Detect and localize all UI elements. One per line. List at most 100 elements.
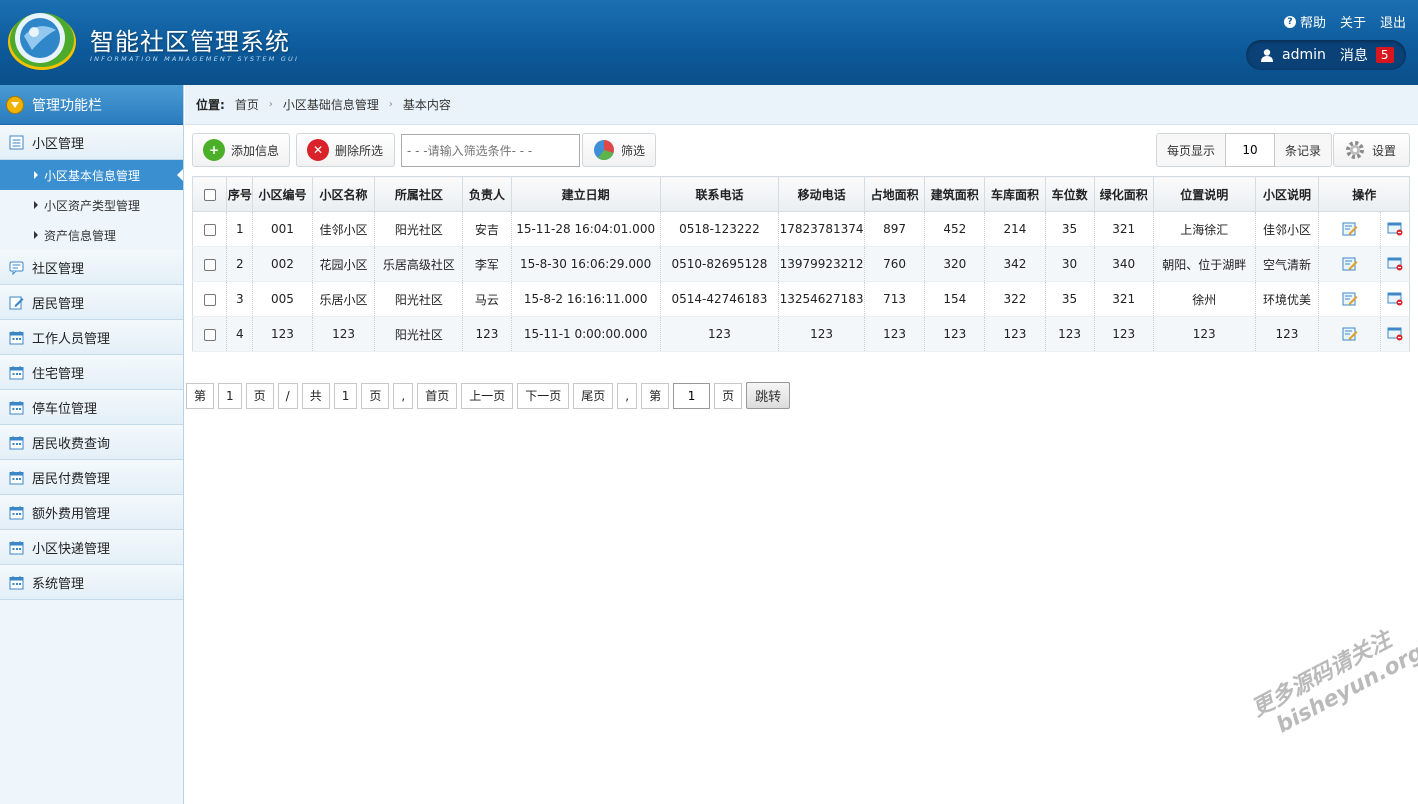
- row-checkbox[interactable]: [203, 223, 216, 236]
- chat-icon: [9, 260, 24, 275]
- column-header: 小区编号: [252, 176, 313, 212]
- table-cell: 123: [778, 316, 866, 352]
- breadcrumb-lead: 位置:: [196, 98, 225, 112]
- table-cell: 002: [252, 246, 313, 282]
- sidebar-group[interactable]: 小区管理: [0, 125, 183, 160]
- first-page-button[interactable]: 首页: [417, 382, 458, 409]
- caret-right-icon: [34, 171, 38, 179]
- sidebar-subitem[interactable]: 小区基本信息管理: [0, 160, 183, 190]
- calendar-icon: [9, 435, 24, 450]
- chevron-right-icon: ›: [388, 99, 393, 110]
- edit-cell: [1318, 316, 1381, 352]
- row-select-cell: [192, 316, 228, 352]
- table-cell: 35: [1045, 281, 1095, 317]
- sidebar-group[interactable]: 社区管理: [0, 250, 183, 285]
- sidebar-group[interactable]: 系统管理: [0, 565, 183, 600]
- row-checkbox[interactable]: [203, 258, 216, 271]
- add-button[interactable]: + 添加信息: [192, 133, 290, 167]
- sidebar-group[interactable]: 居民付费管理: [0, 460, 183, 495]
- breadcrumb-home[interactable]: 首页: [235, 96, 259, 113]
- messages-badge[interactable]: 5: [1375, 47, 1394, 63]
- table-cell: 花园小区: [312, 246, 376, 282]
- sidebar-group-label: 社区管理: [32, 261, 85, 277]
- last-page-button[interactable]: 尾页: [573, 382, 614, 409]
- sidebar-heading[interactable]: 管理功能栏: [0, 85, 183, 125]
- table-cell: 214: [984, 211, 1046, 247]
- plus-icon: +: [203, 139, 225, 161]
- row-checkbox[interactable]: [203, 293, 216, 306]
- pager-ye2: 页: [361, 382, 390, 409]
- sidebar-subitem[interactable]: 资产信息管理: [0, 220, 183, 250]
- table-cell: 452: [924, 211, 986, 247]
- per-page-input[interactable]: [1224, 133, 1275, 167]
- column-header: 小区名称: [311, 176, 376, 212]
- column-header: 车库面积: [984, 176, 1046, 212]
- sidebar-subitem[interactable]: 小区资产类型管理: [0, 190, 183, 220]
- delete-selected-button[interactable]: ✕ 删除所选: [296, 133, 395, 167]
- edit-icon[interactable]: [1342, 222, 1358, 236]
- sidebar-group[interactable]: 住宅管理: [0, 355, 183, 390]
- user-icon: [1261, 49, 1273, 62]
- breadcrumb-section[interactable]: 小区基础信息管理: [283, 96, 379, 113]
- table-cell: 佳邻小区: [1255, 211, 1320, 247]
- row-select-cell: [192, 246, 228, 282]
- table-cell: 760: [864, 246, 926, 282]
- table-cell: 30: [1045, 246, 1095, 282]
- column-header: 所属社区: [374, 176, 464, 212]
- breadcrumb: 位置: 首页 › 小区基础信息管理 › 基本内容: [185, 85, 1418, 125]
- jump-page-input[interactable]: [673, 382, 711, 409]
- filter-button[interactable]: 筛选: [582, 133, 656, 167]
- logout-link[interactable]: 退出: [1380, 12, 1406, 31]
- table-cell: 13979923212: [778, 246, 866, 282]
- username[interactable]: admin: [1282, 47, 1326, 63]
- select-all-checkbox[interactable]: [203, 188, 216, 201]
- add-button-label: 添加信息: [231, 143, 280, 158]
- table-cell: 15-11-28 16:04:01.000: [511, 211, 661, 247]
- sidebar-group[interactable]: 居民管理: [0, 285, 183, 320]
- table-cell: 李军: [462, 246, 512, 282]
- calendar-icon: [9, 505, 24, 520]
- table-cell: 321: [1094, 211, 1154, 247]
- table-cell: 123: [660, 316, 780, 352]
- sidebar-group[interactable]: 小区快递管理: [0, 530, 183, 565]
- jump-button[interactable]: 跳转: [746, 382, 791, 409]
- calendar-icon: [9, 540, 24, 555]
- delete-row-icon[interactable]: [1387, 222, 1403, 236]
- column-header: 联系电话: [659, 176, 780, 212]
- table-row: 4 123 123 阳光社区 123 15-11-1 0:00:00.000 123 123 1…: [192, 316, 1410, 352]
- settings-button[interactable]: 设置: [1333, 133, 1410, 167]
- delete-row-icon[interactable]: [1387, 257, 1403, 271]
- select-all-cell: [191, 176, 228, 212]
- table-cell: 佳邻小区: [312, 211, 376, 247]
- delete-cell: [1380, 211, 1410, 247]
- sidebar-group[interactable]: 工作人员管理: [0, 320, 183, 355]
- sidebar-group[interactable]: 居民收费查询: [0, 425, 183, 460]
- chevron-right-icon: ›: [268, 99, 273, 110]
- sidebar-group-label: 工作人员管理: [32, 331, 111, 347]
- table-cell: 安吉: [462, 211, 512, 247]
- edit-icon[interactable]: [1342, 327, 1358, 341]
- table-cell: 环境优美: [1255, 281, 1320, 317]
- about-link[interactable]: 关于: [1340, 12, 1366, 31]
- edit-icon[interactable]: [1342, 292, 1358, 306]
- prev-page-button[interactable]: 上一页: [461, 382, 514, 409]
- help-link[interactable]: ? 帮助: [1283, 12, 1326, 31]
- sidebar-group[interactable]: 额外费用管理: [0, 495, 183, 530]
- sidebar-subitem-label: 资产信息管理: [44, 228, 117, 243]
- delete-row-icon[interactable]: [1387, 292, 1403, 306]
- table-cell: 阳光社区: [374, 281, 464, 317]
- next-page-button[interactable]: 下一页: [517, 382, 570, 409]
- sidebar-group[interactable]: 停车位管理: [0, 390, 183, 425]
- edit-icon[interactable]: [1342, 257, 1358, 271]
- sidebar-group-label: 居民收费查询: [32, 436, 111, 452]
- column-header: 建立日期: [510, 176, 661, 212]
- app-title: 智能社区管理系统: [90, 28, 290, 56]
- messages-link[interactable]: 消息: [1340, 45, 1368, 65]
- breadcrumb-current: 基本内容: [402, 98, 451, 112]
- delete-row-icon[interactable]: [1387, 327, 1403, 341]
- filter-input[interactable]: [401, 134, 580, 167]
- row-checkbox[interactable]: [203, 328, 216, 341]
- pager-di2: 第: [641, 382, 670, 409]
- table-cell: 乐居小区: [312, 281, 376, 317]
- calendar-icon: [9, 470, 24, 485]
